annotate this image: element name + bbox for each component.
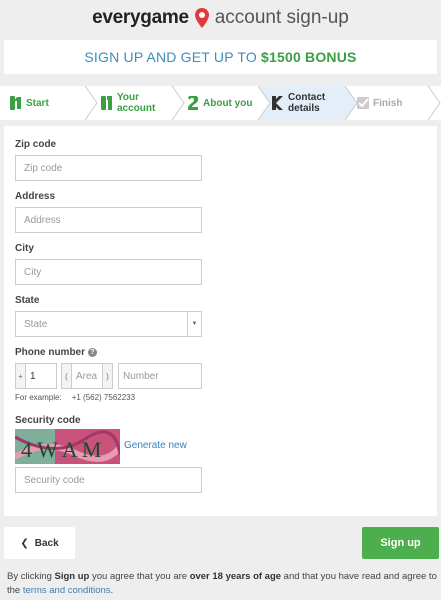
phone-label: Phone number? [15, 347, 98, 358]
security-code-input[interactable]: Security code [15, 467, 202, 493]
zip-input[interactable]: Zip code [15, 155, 202, 181]
chevron-left-icon: ❮ [20, 537, 29, 549]
back-button-label: Back [34, 537, 59, 549]
page-header: everygame account sign-up [0, 0, 441, 36]
phone-country-value: 1 [30, 370, 36, 382]
check-icon [357, 97, 369, 109]
phone-number-input[interactable]: Number [118, 363, 202, 389]
step-contact-details-label: Contact details [288, 92, 326, 114]
help-icon[interactable]: ? [88, 348, 98, 357]
area-close-paren: ) [102, 364, 112, 388]
address-input[interactable]: Address [15, 207, 202, 233]
step-start-label: Start [26, 97, 49, 109]
state-label: State [15, 295, 40, 306]
progress-steps: Start Your account About you Contact det… [0, 86, 441, 120]
plus-sign: + [16, 364, 26, 388]
address-label: Address [15, 191, 56, 202]
step-2-icon [188, 96, 199, 110]
step-your-account[interactable]: Your account [101, 86, 171, 120]
step-start[interactable]: Start [10, 86, 49, 120]
phone-country-input[interactable]: + 1 [15, 363, 57, 389]
state-select-value: State [24, 318, 48, 330]
back-button[interactable]: ❮ Back [4, 527, 75, 559]
city-input[interactable]: City [15, 259, 202, 285]
phone-label-text: Phone number [15, 347, 86, 358]
step-contact-details[interactable]: Contact details [272, 86, 332, 120]
contact-details-form: Zip code Zip code Address Address City C… [4, 126, 437, 516]
step-k-icon [272, 96, 283, 110]
step-1-icon [10, 96, 21, 110]
security-label: Security code [15, 415, 81, 426]
phone-number-placeholder: Number [123, 370, 159, 382]
state-select[interactable]: State ▼ [15, 311, 202, 337]
brand-logo-text: everygame [92, 7, 189, 28]
step-your-account-label: Your account [117, 92, 156, 114]
step-finish[interactable]: Finish [357, 86, 402, 120]
step-finish-label: Finish [373, 97, 403, 109]
phone-example-value: +1 (562) 7562233 [71, 393, 136, 402]
generate-new-link[interactable]: Generate new [124, 440, 187, 451]
footnote-signup-bold: Sign up [54, 571, 90, 582]
footnote-text-4: . [110, 585, 114, 596]
location-pin-icon [194, 8, 209, 28]
step-about-you[interactable]: About you [187, 86, 252, 120]
phone-area-input[interactable]: ( Area ) [61, 363, 113, 389]
promo-amount: $1500 BONUS [261, 49, 357, 65]
step-1-icon [101, 96, 112, 110]
phone-area-placeholder: Area [76, 370, 98, 382]
chevron-down-icon: ▼ [187, 312, 201, 336]
terms-footnote: By clicking Sign up you agree that you a… [7, 570, 437, 598]
footnote-age-bold: over 18 years of age [189, 571, 282, 582]
area-open-paren: ( [62, 364, 72, 388]
signup-button[interactable]: Sign up [362, 527, 439, 559]
footnote-text-1: By clicking [7, 571, 55, 582]
phone-example: For example: +1 (562) 7562233 [15, 393, 135, 402]
step-about-you-label: About you [203, 97, 253, 109]
captcha-image: 4 W A M [15, 429, 120, 464]
header-subtitle: account sign-up [214, 7, 349, 28]
city-label: City [15, 243, 34, 254]
promo-text: SIGN UP AND GET UP TO [84, 49, 257, 65]
zip-label: Zip code [15, 139, 57, 150]
footnote-text-2: you agree that you are [89, 571, 190, 582]
captcha-text: 4 W A M [21, 437, 102, 462]
terms-link[interactable]: terms and conditions [23, 585, 111, 596]
phone-example-label: For example: [15, 393, 62, 402]
promo-banner: SIGN UP AND GET UP TO $1500 BONUS [4, 40, 437, 74]
